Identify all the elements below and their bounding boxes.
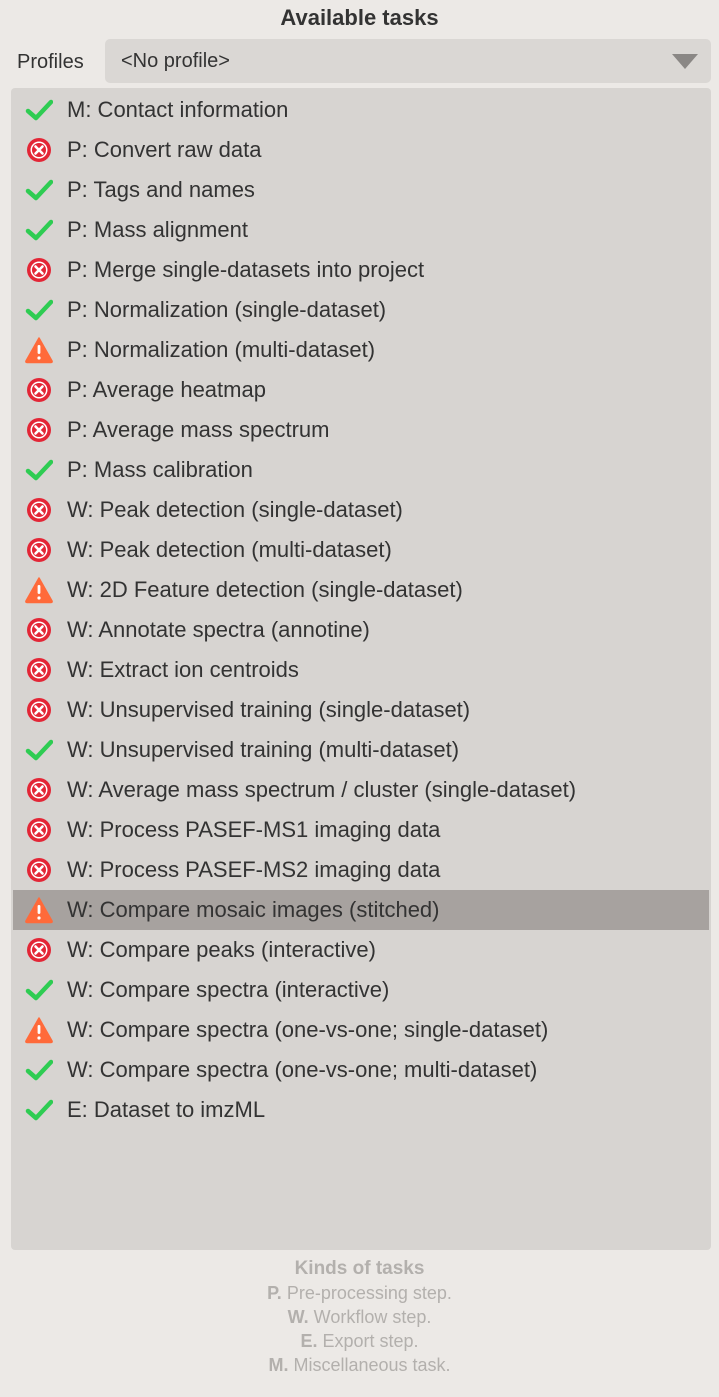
task-label: W: Process PASEF-MS1 imaging data xyxy=(67,817,441,842)
task-label: P: Mass calibration xyxy=(67,457,253,482)
checkmark-icon xyxy=(25,1096,54,1124)
checkmark-icon xyxy=(25,976,54,1004)
task-label: P: Normalization (multi-dataset) xyxy=(67,337,376,362)
task-row[interactable]: M: Contact information xyxy=(13,90,709,130)
task-row[interactable]: W: Process PASEF-MS2 imaging data xyxy=(13,850,709,890)
warning-triangle-icon xyxy=(25,576,53,604)
error-circle-x-icon xyxy=(25,656,53,684)
task-label: W: 2D Feature detection (single-dataset) xyxy=(67,577,463,602)
checkmark-icon xyxy=(25,736,54,764)
profiles-label: Profiles xyxy=(17,51,84,73)
checkmark-icon xyxy=(25,296,54,324)
task-label: P: Normalization (single-dataset) xyxy=(67,297,387,322)
task-row[interactable]: W: Compare spectra (one-vs-one; multi-da… xyxy=(13,1050,709,1090)
task-row[interactable]: W: Compare peaks (interactive) xyxy=(13,930,709,970)
task-row[interactable]: P: Average mass spectrum xyxy=(13,410,709,450)
task-kinds-legend: Kinds of tasks P. Pre-processing step. W… xyxy=(0,1257,719,1377)
task-label: P: Convert raw data xyxy=(67,137,262,162)
task-list[interactable]: M: Contact information P: Convert raw dat… xyxy=(11,88,711,1250)
profile-selected-value: <No profile> xyxy=(121,50,230,72)
task-row[interactable]: W: Average mass spectrum / cluster (sing… xyxy=(13,770,709,810)
task-label: W: Compare mosaic images (stitched) xyxy=(67,897,440,922)
error-circle-x-icon xyxy=(25,776,53,804)
error-circle-x-icon xyxy=(25,136,53,164)
error-circle-x-icon xyxy=(25,256,53,284)
task-row[interactable]: W: Unsupervised training (single-dataset… xyxy=(13,690,709,730)
task-label: W: Peak detection (single-dataset) xyxy=(67,497,403,522)
error-circle-x-icon xyxy=(25,536,53,564)
task-label: P: Mass alignment xyxy=(67,217,248,242)
error-circle-x-icon xyxy=(25,816,53,844)
task-row[interactable]: W: Annotate spectra (annotine) xyxy=(13,610,709,650)
legend-item-misc: M. Miscellaneous task. xyxy=(268,1355,451,1375)
error-circle-x-icon xyxy=(25,376,53,404)
task-label: W: Process PASEF-MS2 imaging data xyxy=(67,857,441,882)
task-label: W: Unsupervised training (multi-dataset) xyxy=(67,737,460,762)
warning-triangle-icon xyxy=(25,1016,53,1044)
error-circle-x-icon xyxy=(25,496,53,524)
checkmark-icon xyxy=(25,176,54,204)
task-label: W: Compare spectra (one-vs-one; single-d… xyxy=(67,1017,549,1042)
task-label: E: Dataset to imzML xyxy=(67,1097,266,1122)
task-label: M: Contact information xyxy=(67,97,289,122)
checkmark-icon xyxy=(25,216,54,244)
profile-dropdown[interactable]: <No profile> xyxy=(105,39,711,83)
error-circle-x-icon xyxy=(25,856,53,884)
task-row[interactable]: W: Unsupervised training (multi-dataset) xyxy=(13,730,709,770)
task-row[interactable]: P: Normalization (multi-dataset) xyxy=(13,330,709,370)
error-circle-x-icon xyxy=(25,936,53,964)
task-label: W: Compare spectra (interactive) xyxy=(67,977,390,1002)
error-circle-x-icon xyxy=(25,416,53,444)
task-row[interactable]: P: Convert raw data xyxy=(13,130,709,170)
task-label: W: Extract ion centroids xyxy=(67,657,299,682)
task-row[interactable]: P: Normalization (single-dataset) xyxy=(13,290,709,330)
legend-heading: Kinds of tasks xyxy=(294,1258,425,1279)
task-row[interactable]: W: 2D Feature detection (single-dataset) xyxy=(13,570,709,610)
task-row[interactable]: W: Process PASEF-MS1 imaging data xyxy=(13,810,709,850)
task-row[interactable]: P: Mass calibration xyxy=(13,450,709,490)
task-row[interactable]: W: Compare mosaic images (stitched) xyxy=(13,890,709,930)
dropdown-arrow-icon[interactable] xyxy=(672,54,698,69)
checkmark-icon xyxy=(25,456,54,484)
warning-triangle-icon xyxy=(25,336,53,364)
task-row[interactable]: W: Compare spectra (interactive) xyxy=(13,970,709,1010)
task-row[interactable]: W: Compare spectra (one-vs-one; single-d… xyxy=(13,1010,709,1050)
legend-item-workflow: W. Workflow step. xyxy=(287,1307,432,1327)
warning-triangle-icon xyxy=(25,896,53,924)
checkmark-icon xyxy=(25,1056,54,1084)
task-label: W: Unsupervised training (single-dataset… xyxy=(67,697,471,722)
task-row[interactable]: P: Average heatmap xyxy=(13,370,709,410)
task-row[interactable]: P: Mass alignment xyxy=(13,210,709,250)
panel-title: Available tasks xyxy=(280,5,439,30)
task-label: W: Compare spectra (one-vs-one; multi-da… xyxy=(67,1057,538,1082)
error-circle-x-icon xyxy=(25,696,53,724)
task-label: W: Peak detection (multi-dataset) xyxy=(67,537,392,562)
task-row[interactable]: W: Extract ion centroids xyxy=(13,650,709,690)
task-row[interactable]: W: Peak detection (multi-dataset) xyxy=(13,530,709,570)
task-row[interactable]: E: Dataset to imzML xyxy=(13,1090,709,1130)
task-row[interactable]: P: Merge single-datasets into project xyxy=(13,250,709,290)
legend-item-export: E. Export step. xyxy=(300,1331,419,1351)
legend-item-preprocessing: P. Pre-processing step. xyxy=(267,1283,452,1303)
task-label: W: Annotate spectra (annotine) xyxy=(67,617,370,642)
task-label: P: Average heatmap xyxy=(67,377,266,402)
task-label: P: Merge single-datasets into project xyxy=(67,257,425,282)
task-label: P: Average mass spectrum xyxy=(67,417,330,442)
task-label: W: Compare peaks (interactive) xyxy=(67,937,376,962)
task-row[interactable]: W: Peak detection (single-dataset) xyxy=(13,490,709,530)
task-label: P: Tags and names xyxy=(67,177,255,202)
checkmark-icon xyxy=(25,96,54,124)
error-circle-x-icon xyxy=(25,616,53,644)
task-row[interactable]: P: Tags and names xyxy=(13,170,709,210)
task-label: W: Average mass spectrum / cluster (sing… xyxy=(67,777,577,802)
